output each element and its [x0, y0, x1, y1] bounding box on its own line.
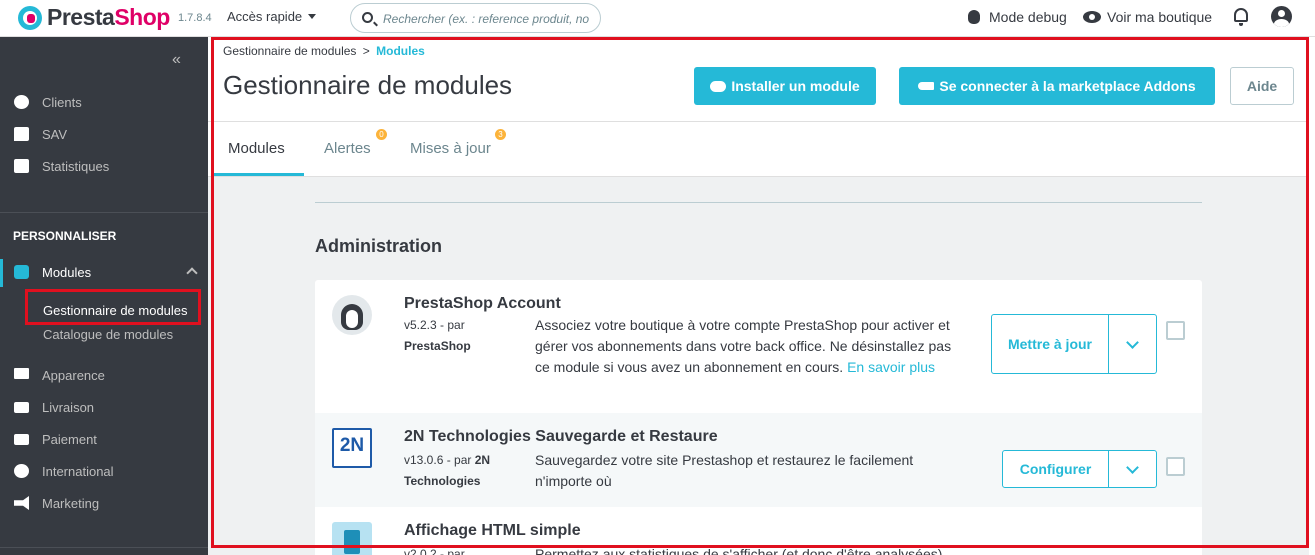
- brand-presta: Presta: [47, 4, 115, 30]
- brand-shop: Shop: [114, 4, 170, 30]
- brand-name[interactable]: PrestaShop: [47, 4, 170, 31]
- sidebar-item-international[interactable]: International: [0, 458, 208, 484]
- divider: [0, 547, 208, 548]
- debug-mode-link[interactable]: Mode debug: [989, 9, 1067, 25]
- quick-access-menu[interactable]: Accès rapide: [227, 9, 317, 24]
- search-input[interactable]: [383, 10, 593, 28]
- monitor-icon: [14, 368, 29, 379]
- quick-access-label: Accès rapide: [227, 9, 303, 24]
- sidebar-item-livraison[interactable]: Livraison: [0, 394, 208, 420]
- bug-icon[interactable]: [968, 10, 980, 24]
- collapse-sidebar-icon[interactable]: «: [172, 51, 181, 69]
- version-label: 1.7.8.4: [178, 12, 212, 24]
- bell-icon[interactable]: [1234, 8, 1248, 26]
- divider: [0, 212, 208, 213]
- sidebar-item-label: Apparence: [42, 368, 105, 383]
- sidebar-item-label: Marketing: [42, 496, 100, 511]
- megaphone-icon: [14, 496, 29, 510]
- sidebar-item-label: Modules: [42, 265, 92, 280]
- sidebar-item-label: Clients: [42, 95, 82, 110]
- sidebar-item-label: Statistiques: [42, 159, 110, 174]
- person-icon: [14, 95, 29, 109]
- search-box[interactable]: [350, 3, 601, 33]
- sidebar-item-clients[interactable]: Clients: [0, 89, 208, 115]
- search-icon: [362, 12, 373, 23]
- scrollbar-area[interactable]: [1309, 37, 1315, 555]
- sidebar-item-label: International: [42, 464, 114, 479]
- caret-down-icon: [308, 14, 317, 19]
- sidebar-item-statistiques[interactable]: Statistiques: [0, 153, 208, 179]
- prestashop-logo-icon[interactable]: [18, 6, 42, 30]
- sidebar-item-paiement[interactable]: Paiement: [0, 426, 208, 452]
- highlight-box-main: [211, 37, 1309, 548]
- chart-icon: [14, 159, 29, 173]
- sidebar-item-marketing[interactable]: Marketing: [0, 490, 208, 516]
- eye-icon[interactable]: [1083, 11, 1101, 23]
- sidebar-item-sav[interactable]: SAV: [0, 121, 208, 147]
- sidebar-item-apparence[interactable]: Apparence: [0, 362, 208, 388]
- sidebar-item-label: Livraison: [42, 400, 95, 415]
- top-header: PrestaShop 1.7.8.4 Accès rapide Mode deb…: [0, 0, 1315, 37]
- subnav-catalogue-modules[interactable]: Catalogue de modules: [43, 327, 173, 342]
- user-account-icon[interactable]: [1271, 6, 1292, 27]
- globe-icon: [14, 464, 29, 478]
- sidebar-item-label: Paiement: [42, 432, 97, 447]
- view-shop-link[interactable]: Voir ma boutique: [1107, 9, 1212, 25]
- sidebar-item-modules[interactable]: Modules: [0, 259, 208, 285]
- sidebar-item-label: SAV: [42, 127, 68, 142]
- section-title-personnaliser: PERSONNALISER: [13, 229, 117, 243]
- credit-card-icon: [14, 434, 29, 445]
- chat-icon: [14, 127, 29, 141]
- highlight-box-sidebar: [25, 289, 201, 325]
- puzzle-icon: [14, 265, 29, 279]
- truck-icon: [14, 402, 29, 413]
